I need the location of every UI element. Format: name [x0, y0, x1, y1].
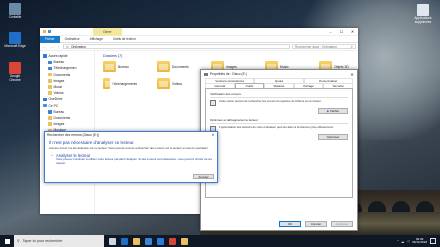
tab-view[interactable]: Affichage	[85, 37, 108, 41]
disk-check-icon	[210, 100, 216, 106]
explorer-active-icon[interactable]	[181, 237, 188, 245]
address-text: Ordinateur	[71, 44, 87, 49]
folder-item[interactable]: Documents	[157, 60, 191, 73]
folder-icon[interactable]	[43, 30, 46, 33]
taskbar-search[interactable]: ⚲ Taper ici pour rechercher	[14, 235, 104, 247]
context-tab-manage[interactable]: Gérer	[93, 27, 122, 36]
error-check-dialog: Rechercher des erreurs (Disco (E:)) ✕ Il…	[44, 131, 218, 183]
apply-button[interactable]: Appliquer	[331, 221, 353, 227]
folder-icon	[103, 78, 114, 89]
folder-item[interactable]: Téléchargements	[103, 77, 137, 90]
search-input[interactable]: Rechercher dans : Ordinateur ⚲	[292, 43, 356, 50]
folder-icon	[43, 97, 47, 102]
network-icon[interactable]: ▂	[402, 239, 404, 243]
app-icon	[9, 32, 21, 44]
notification-icon[interactable]	[430, 238, 436, 244]
edge-icon[interactable]	[121, 237, 128, 245]
folder-icon	[48, 116, 52, 120]
search-icon: ⚲	[17, 239, 20, 243]
minimize-icon[interactable]: –	[325, 28, 336, 36]
tab-drive-tools[interactable]: Outils de lecteur	[108, 37, 141, 41]
chevron-up-icon[interactable]: ^	[397, 239, 398, 243]
close-icon[interactable]: ✕	[209, 133, 217, 137]
desktop-icon-recycle-apps[interactable]: Applications supprimées	[412, 4, 434, 24]
clock[interactable]: 09:09 06/11/2018	[412, 237, 427, 245]
explorer-titlebar: Gérer – ☐ ✕	[40, 27, 358, 36]
properties-titlebar: Propriétés de : Disco (E:) ✕	[201, 70, 357, 78]
store-icon[interactable]	[145, 237, 152, 245]
tabs-row-2: Général Outils Matériel Partage Sécurité	[201, 83, 357, 88]
address-row: ← → ↑ ▭ Ordinateur Rechercher dans : Ord…	[40, 43, 358, 51]
forward-icon[interactable]: →	[49, 45, 54, 49]
app-icon	[9, 62, 21, 74]
folder-item[interactable]: Bureau	[103, 60, 137, 73]
desktop-icon[interactable]: Corbeille	[4, 3, 26, 20]
chrome-icon[interactable]	[169, 237, 176, 245]
folder-item[interactable]: Vidéos	[157, 77, 191, 90]
dialog-heading: Il n'est pas nécessaire d'analyser ce le…	[49, 140, 135, 145]
tab-computer[interactable]: Ordinateur	[60, 37, 85, 41]
tab-file[interactable]: Fichier	[40, 35, 60, 43]
volume-icon[interactable]: ◁	[407, 239, 409, 243]
error-check-title: Vérification des erreurs	[210, 92, 241, 96]
windows-icon	[4, 238, 10, 244]
folder-icon	[157, 61, 170, 72]
back-icon[interactable]: ←	[42, 45, 47, 49]
cancel-button[interactable]: Annuler	[193, 174, 214, 179]
check-button[interactable]: ◆ Vérifier	[318, 108, 348, 114]
folder-icon	[48, 85, 52, 89]
system-tray: ^ ▂ ◁ 09:09 06/11/2018	[397, 237, 440, 245]
file-explorer-icon[interactable]	[133, 237, 140, 245]
folder-icon	[103, 61, 116, 72]
folder-icon	[43, 103, 47, 108]
folder-icon	[48, 60, 52, 65]
dialog-message: Aucune erreur n'a été détectée sur ce le…	[49, 146, 209, 150]
arrow-right-icon: →	[49, 152, 54, 159]
tab-g-n-ral[interactable]: Général	[205, 83, 235, 88]
folder-icon	[43, 54, 47, 58]
optimize-button[interactable]: Optimiser	[318, 134, 348, 140]
task-view-icon[interactable]	[109, 237, 116, 245]
desktop-icon[interactable]: Microsoft Edge	[4, 32, 26, 49]
search-icon: ⚲	[350, 44, 353, 49]
properties-dialog: Propriétés de : Disco (E:) ✕ Versions pr…	[200, 69, 358, 231]
folder-icon	[48, 66, 52, 71]
desktop-icon[interactable]: Google Chrome	[4, 62, 26, 82]
tab-outils[interactable]: Outils	[234, 83, 265, 88]
document-icon	[417, 4, 429, 16]
address-bar[interactable]: ▭ Ordinateur	[63, 43, 290, 50]
scan-drive-description: Vous pouvez continuer à utiliser votre l…	[56, 157, 212, 165]
folder-icon	[48, 91, 52, 95]
folder-icon	[48, 122, 52, 126]
tab-partage[interactable]: Partage	[293, 83, 324, 88]
maximize-icon[interactable]: ☐	[336, 28, 347, 36]
cancel-button[interactable]: Annuler	[305, 221, 327, 227]
shield-icon: ◆	[326, 109, 329, 113]
up-icon[interactable]: ↑	[56, 45, 61, 49]
ok-button[interactable]: OK	[279, 221, 301, 227]
folder-icon	[48, 72, 52, 77]
optimize-text: L'optimisation des lecteurs de votre ord…	[219, 125, 334, 129]
folder-icon	[48, 110, 52, 114]
save-icon[interactable]	[48, 30, 51, 33]
close-icon[interactable]: ✕	[347, 28, 358, 36]
tools-panel: Vérification des erreurs Cette option pe…	[205, 88, 353, 198]
drive-icon	[204, 72, 208, 76]
start-button[interactable]	[0, 235, 14, 247]
taskbar: ⚲ Taper ici pour rechercher ^ ▂ ◁ 09:09 …	[0, 235, 440, 247]
tab-s-curit-[interactable]: Sécurité	[323, 83, 353, 88]
folder-icon	[48, 79, 52, 83]
app-icon	[9, 3, 21, 15]
ribbon-tabs: Fichier Ordinateur Affichage Outils de l…	[40, 35, 358, 43]
tab-mat-riel[interactable]: Matériel	[264, 83, 294, 88]
error-check-text: Cette option permet de rechercher les er…	[219, 99, 322, 103]
computer-icon: ▭	[66, 44, 70, 49]
close-icon[interactable]: ✕	[347, 72, 357, 77]
scan-drive-option[interactable]: → Analyser le lecteur Vous pouvez contin…	[49, 153, 213, 165]
mail-icon[interactable]	[157, 237, 164, 245]
optimize-title: Optimiser et défragmenter le lecteur	[210, 118, 258, 122]
group-title[interactable]: Dossiers (7)	[103, 54, 358, 58]
folder-icon	[157, 78, 170, 89]
